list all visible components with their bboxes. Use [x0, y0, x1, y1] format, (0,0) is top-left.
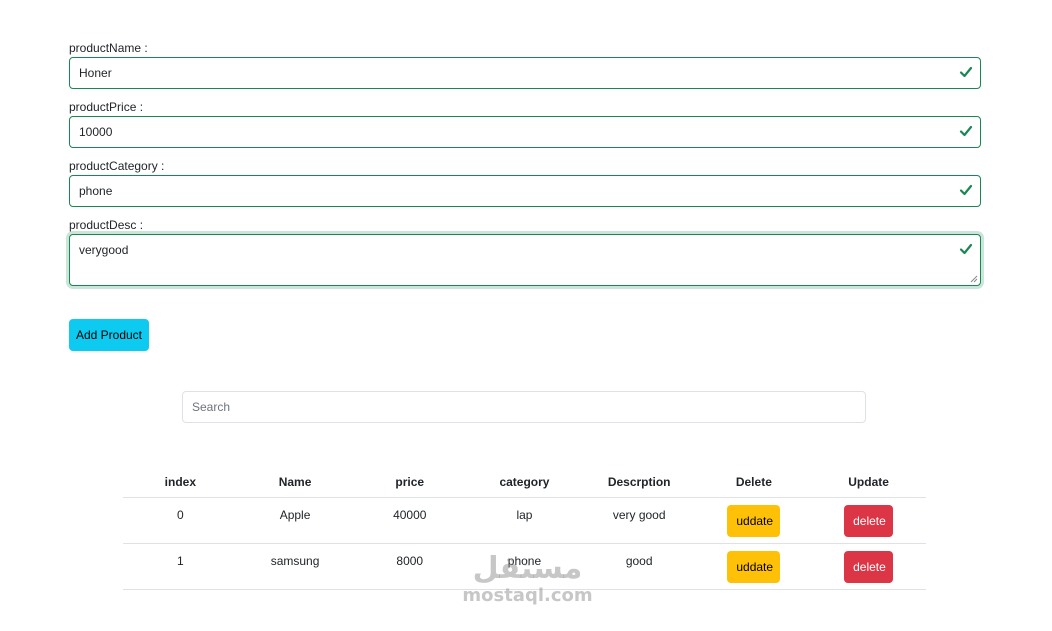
cell-update: delete — [811, 497, 926, 544]
cell-delete: uddate — [696, 543, 812, 590]
product-category-label: productCategory : — [69, 159, 165, 173]
product-price-label: productPrice : — [69, 100, 144, 114]
header-delete: Delete — [696, 466, 812, 498]
cell-category-text: phone — [507, 553, 542, 568]
product-desc-textarea[interactable]: verygood — [79, 243, 939, 279]
products-table: index Name price category Descrption Del… — [123, 466, 926, 590]
cell-name-text: samsung — [270, 553, 320, 568]
product-price-group: productPrice : — [69, 99, 981, 148]
product-desc-group: productDesc : verygood — [69, 217, 981, 286]
cell-name: Apple — [237, 497, 353, 544]
update-button[interactable]: uddate — [727, 550, 781, 583]
check-icon — [959, 184, 973, 196]
cell-index-text: 0 — [177, 507, 184, 522]
add-product-button[interactable]: Add Product — [69, 319, 149, 351]
cell-price-text: 40000 — [393, 507, 427, 522]
cell-index: 1 — [123, 543, 238, 590]
header-index: index — [123, 466, 238, 498]
cell-description: very good — [581, 497, 697, 544]
delete-button[interactable]: delete — [844, 550, 894, 583]
header-update: Update — [811, 466, 926, 498]
product-name-group: productName : — [69, 40, 981, 89]
cell-description: good — [581, 543, 697, 590]
cell-category: phone — [467, 543, 582, 590]
product-category-input[interactable] — [79, 176, 939, 206]
cell-update: delete — [811, 543, 926, 590]
cell-category: lap — [467, 497, 582, 544]
check-icon — [959, 243, 973, 255]
product-category-group: productCategory : — [69, 158, 981, 207]
product-name-input[interactable] — [79, 58, 939, 88]
check-icon — [959, 125, 973, 137]
header-price: price — [352, 466, 468, 498]
cell-index: 0 — [123, 497, 238, 544]
product-category-field — [69, 175, 981, 207]
header-category: category — [467, 466, 582, 498]
product-price-input[interactable] — [79, 117, 939, 147]
product-price-field — [69, 116, 981, 148]
product-desc-label: productDesc : — [69, 218, 144, 232]
header-name: Name — [237, 466, 353, 498]
header-description: Descrption — [581, 466, 697, 498]
resize-handle-icon[interactable] — [970, 275, 978, 283]
cell-category-text: lap — [516, 507, 533, 522]
table-row: 1 samsung 8000 phone good uddate delete — [123, 543, 926, 590]
cell-delete: uddate — [696, 497, 812, 544]
search-input[interactable] — [182, 391, 866, 423]
cell-name: samsung — [237, 543, 353, 590]
delete-button[interactable]: delete — [844, 504, 894, 537]
add-product-form: productName : productPrice : productCate… — [69, 40, 981, 296]
product-name-label: productName : — [69, 41, 148, 55]
table-header-row: index Name price category Descrption Del… — [123, 466, 926, 498]
cell-price: 8000 — [352, 543, 468, 590]
cell-description-text: very good — [612, 507, 666, 522]
cell-description-text: good — [625, 553, 653, 568]
product-name-field — [69, 57, 981, 89]
product-desc-field: verygood — [69, 234, 981, 286]
update-button[interactable]: uddate — [727, 504, 781, 537]
cell-price: 40000 — [352, 497, 468, 544]
check-icon — [959, 66, 973, 78]
cell-name-text: Apple — [279, 507, 311, 522]
table-row: 0 Apple 40000 lap very good uddate delet… — [123, 497, 926, 544]
cell-price-text: 8000 — [396, 553, 424, 568]
cell-index-text: 1 — [177, 553, 184, 568]
